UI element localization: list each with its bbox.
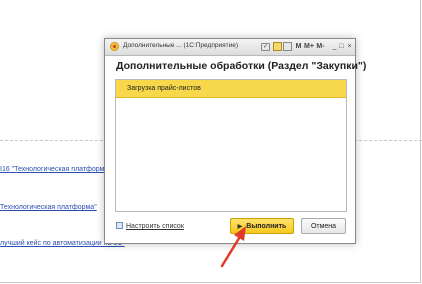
dialog-titlebar[interactable]: Дополнительные ... (1С:Предприятие) ✓ M …: [105, 39, 355, 56]
app-1c-icon: [110, 42, 119, 51]
play-icon: ▶: [237, 224, 243, 230]
configure-list-link[interactable]: Настроить список: [116, 222, 184, 230]
settings-list-icon: [116, 222, 123, 229]
calculator-icon[interactable]: [283, 42, 292, 51]
close-button[interactable]: ×: [345, 41, 354, 52]
processing-list[interactable]: Загрузка прайс-листов: [115, 79, 347, 212]
run-button[interactable]: ▶ Выполнить: [230, 218, 294, 234]
memory-plus-button[interactable]: M+: [304, 41, 314, 52]
additional-processing-dialog: Дополнительные ... (1С:Предприятие) ✓ M …: [104, 38, 366, 244]
memory-minus-button[interactable]: M-: [316, 41, 325, 52]
checkbox-icon[interactable]: ✓: [261, 43, 270, 51]
dialog-heading: Дополнительные обработки (Раздел "Закупк…: [116, 60, 367, 72]
run-button-label: Выполнить: [246, 223, 287, 230]
background-link-2[interactable]: Технологическая платформа": [0, 204, 97, 211]
memory-button[interactable]: M: [294, 41, 303, 52]
window-title: Дополнительные ... (1С:Предприятие): [123, 42, 238, 49]
list-item[interactable]: Загрузка прайс-листов: [116, 80, 346, 98]
document-icon[interactable]: [273, 42, 282, 51]
cancel-button[interactable]: Отмена: [301, 218, 346, 234]
dialog-footer: Настроить список ▶ Выполнить Отмена: [105, 216, 355, 238]
background-link-1[interactable]: I16 "Технологическая платформ: [0, 166, 104, 173]
configure-list-label: Настроить список: [126, 223, 184, 230]
